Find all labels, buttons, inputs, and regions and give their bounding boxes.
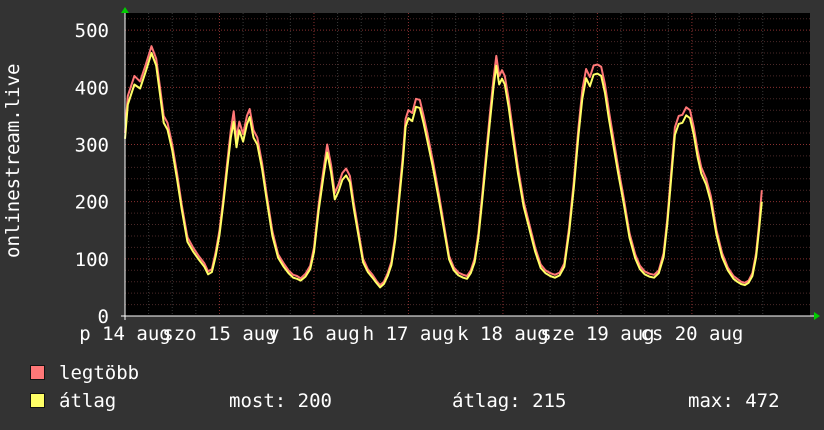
x-tick-label: szo 15 aug [162,323,276,345]
y-tick-label: 100 [75,249,109,271]
x-tick-labels: p 14 augszo 15 augv 16 aug h 17 aug k 18 a… [79,323,743,345]
x-tick-label: h 17 aug [363,323,455,345]
y-axis-arrow-icon [121,7,129,13]
x-tick-label: k 18 aug [457,323,549,345]
legend-item-max: legtöbb [30,362,139,384]
legend-item-avg: átlag [30,390,116,412]
legend-swatch-max [30,365,45,380]
stat-max: max: 472 [688,390,780,412]
y-tick-label: 500 [75,20,109,42]
stat-now: most: 200 [229,390,332,412]
legend-swatch-avg [30,393,45,408]
x-tick-label: cs 20 aug [640,323,743,345]
y-tick-labels: 0100200300400500 [75,20,109,328]
x-tick-label: sze 19 aug [540,323,654,345]
x-tick-label: v 16 aug [268,323,360,345]
legend-label-max: legtöbb [59,362,140,384]
y-axis-label: onlinestream.live [2,63,24,258]
legend-label-avg: átlag [59,390,117,412]
stat-avg: átlag: 215 [452,390,567,412]
x-tick-label: p 14 aug [79,323,171,345]
x-axis-arrow-icon [814,312,820,320]
y-tick-label: 200 [75,192,109,214]
y-tick-label: 300 [75,134,109,156]
chart-plot: 0100200300400500 p 14 augszo 15 augv 16 … [75,7,820,345]
y-tick-label: 400 [75,77,109,99]
